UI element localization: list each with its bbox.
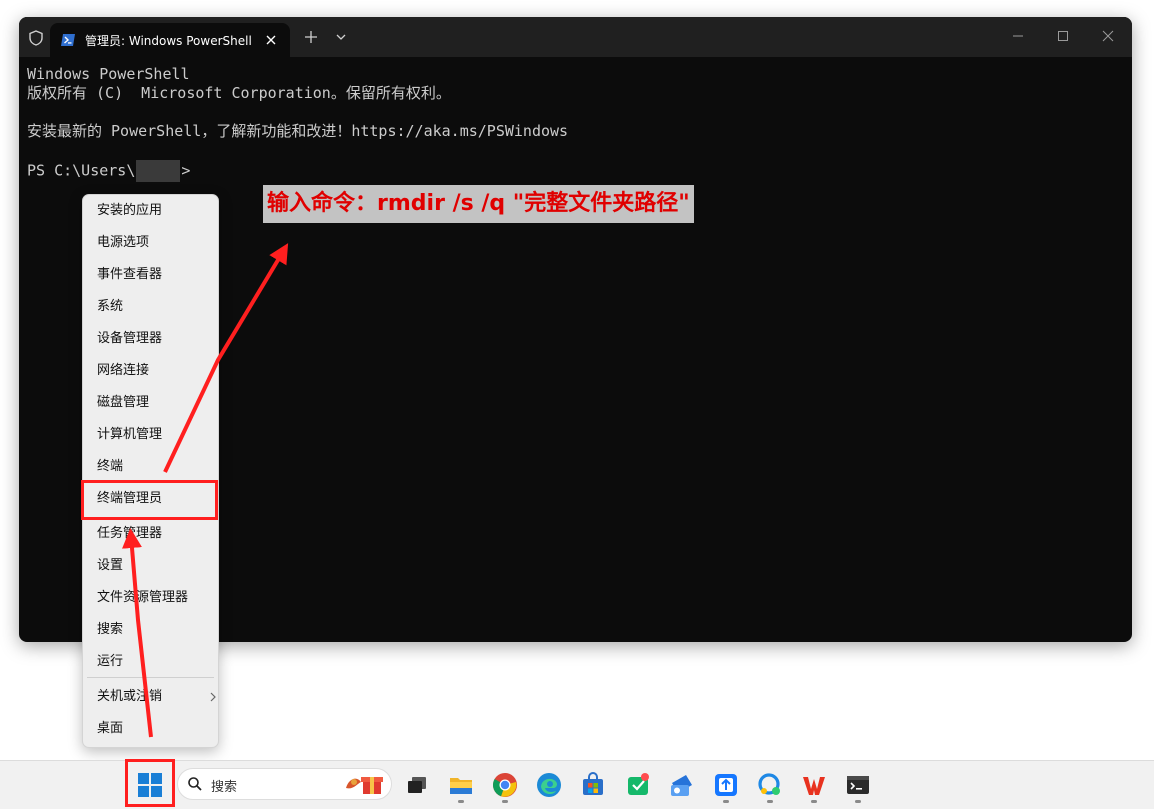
menu-item-device-manager[interactable]: 设备管理器	[97, 326, 212, 352]
menu-item-disk-management[interactable]: 磁盘管理	[97, 390, 212, 416]
running-indicator	[458, 800, 464, 803]
menu-item-search[interactable]: 搜索	[97, 617, 212, 643]
menu-item-shutdown[interactable]: 关机或注销	[97, 684, 216, 710]
menu-item-installed-apps[interactable]: 安装的应用	[97, 198, 212, 224]
menu-item-terminal[interactable]: 终端	[97, 454, 212, 480]
chrome-icon[interactable]	[491, 771, 519, 799]
menu-item-task-manager[interactable]: 任务管理器	[97, 521, 212, 547]
running-indicator	[811, 800, 817, 803]
search-placeholder: 搜索	[211, 780, 238, 795]
menu-item-event-viewer[interactable]: 事件查看器	[97, 262, 212, 288]
wps-icon[interactable]	[800, 771, 828, 799]
shield-icon	[27, 29, 45, 47]
menu-item-shutdown-label: 关机或注销	[97, 689, 163, 704]
context-menu: 安装的应用 电源选项 事件查看器 系统 设备管理器 网络连接 磁盘管理 计算机管…	[82, 194, 219, 748]
prompt-suffix: >	[181, 161, 191, 180]
menu-item-desktop[interactable]: 桌面	[97, 716, 212, 742]
tab-powershell[interactable]: 管理员: Windows PowerShell	[50, 23, 290, 57]
terminal-icon[interactable]	[844, 771, 872, 799]
powershell-icon	[60, 33, 76, 47]
terminal-line: 安装最新的 PowerShell，了解新功能和改进！https://aka.ms…	[27, 122, 569, 140]
edge-icon[interactable]	[535, 771, 563, 799]
menu-item-system[interactable]: 系统	[97, 294, 212, 320]
prompt-line: PS C:\Users\ >	[27, 160, 1117, 182]
file-explorer-icon[interactable]	[447, 771, 475, 799]
new-tab-icon[interactable]	[303, 29, 319, 45]
terminal-line: 版权所有 (C) Microsoft Corporation。保留所有权利。	[27, 84, 451, 102]
highlight-box-start	[125, 759, 175, 807]
blue-app-icon[interactable]	[712, 771, 740, 799]
terminal-line: Windows PowerShell	[27, 65, 190, 83]
tab-close-icon[interactable]	[263, 32, 279, 48]
minimize-icon[interactable]	[1009, 27, 1027, 45]
menu-item-settings[interactable]: 设置	[97, 553, 212, 579]
menu-item-file-explorer[interactable]: 文件资源管理器	[97, 585, 212, 611]
gift-icon	[343, 772, 385, 796]
running-indicator	[767, 800, 773, 803]
running-indicator	[502, 800, 508, 803]
running-indicator	[723, 800, 729, 803]
task-view-icon[interactable]	[403, 771, 431, 799]
title-bar: 管理员: Windows PowerShell	[19, 17, 1132, 57]
terminal-output[interactable]: Windows PowerShell 版权所有 (C) Microsoft Co…	[27, 65, 1117, 182]
chat-app-icon[interactable]	[756, 771, 784, 799]
green-app-icon[interactable]	[624, 771, 652, 799]
chevron-right-icon	[207, 690, 219, 704]
redacted-username	[136, 160, 181, 182]
maximize-icon[interactable]	[1054, 27, 1072, 45]
menu-item-computer-management[interactable]: 计算机管理	[97, 422, 212, 448]
taskbar-search[interactable]: 搜索	[177, 768, 392, 800]
menu-divider	[87, 677, 214, 678]
highlight-box-terminal-admin	[81, 480, 218, 520]
microsoft-store-icon[interactable]	[579, 771, 607, 799]
search-icon	[187, 776, 203, 792]
annotation-command: 输入命令：rmdir /s /q "完整文件夹路径"	[263, 185, 694, 223]
menu-item-power-options[interactable]: 电源选项	[97, 230, 212, 256]
chevron-down-icon[interactable]	[333, 29, 349, 45]
mail-app-icon[interactable]	[668, 771, 696, 799]
running-indicator	[855, 800, 861, 803]
menu-item-run[interactable]: 运行	[97, 649, 212, 675]
menu-item-network-connections[interactable]: 网络连接	[97, 358, 212, 384]
prompt-prefix: PS C:\Users\	[27, 161, 136, 180]
tab-title: 管理员: Windows PowerShell	[85, 34, 252, 48]
close-icon[interactable]	[1099, 27, 1117, 45]
